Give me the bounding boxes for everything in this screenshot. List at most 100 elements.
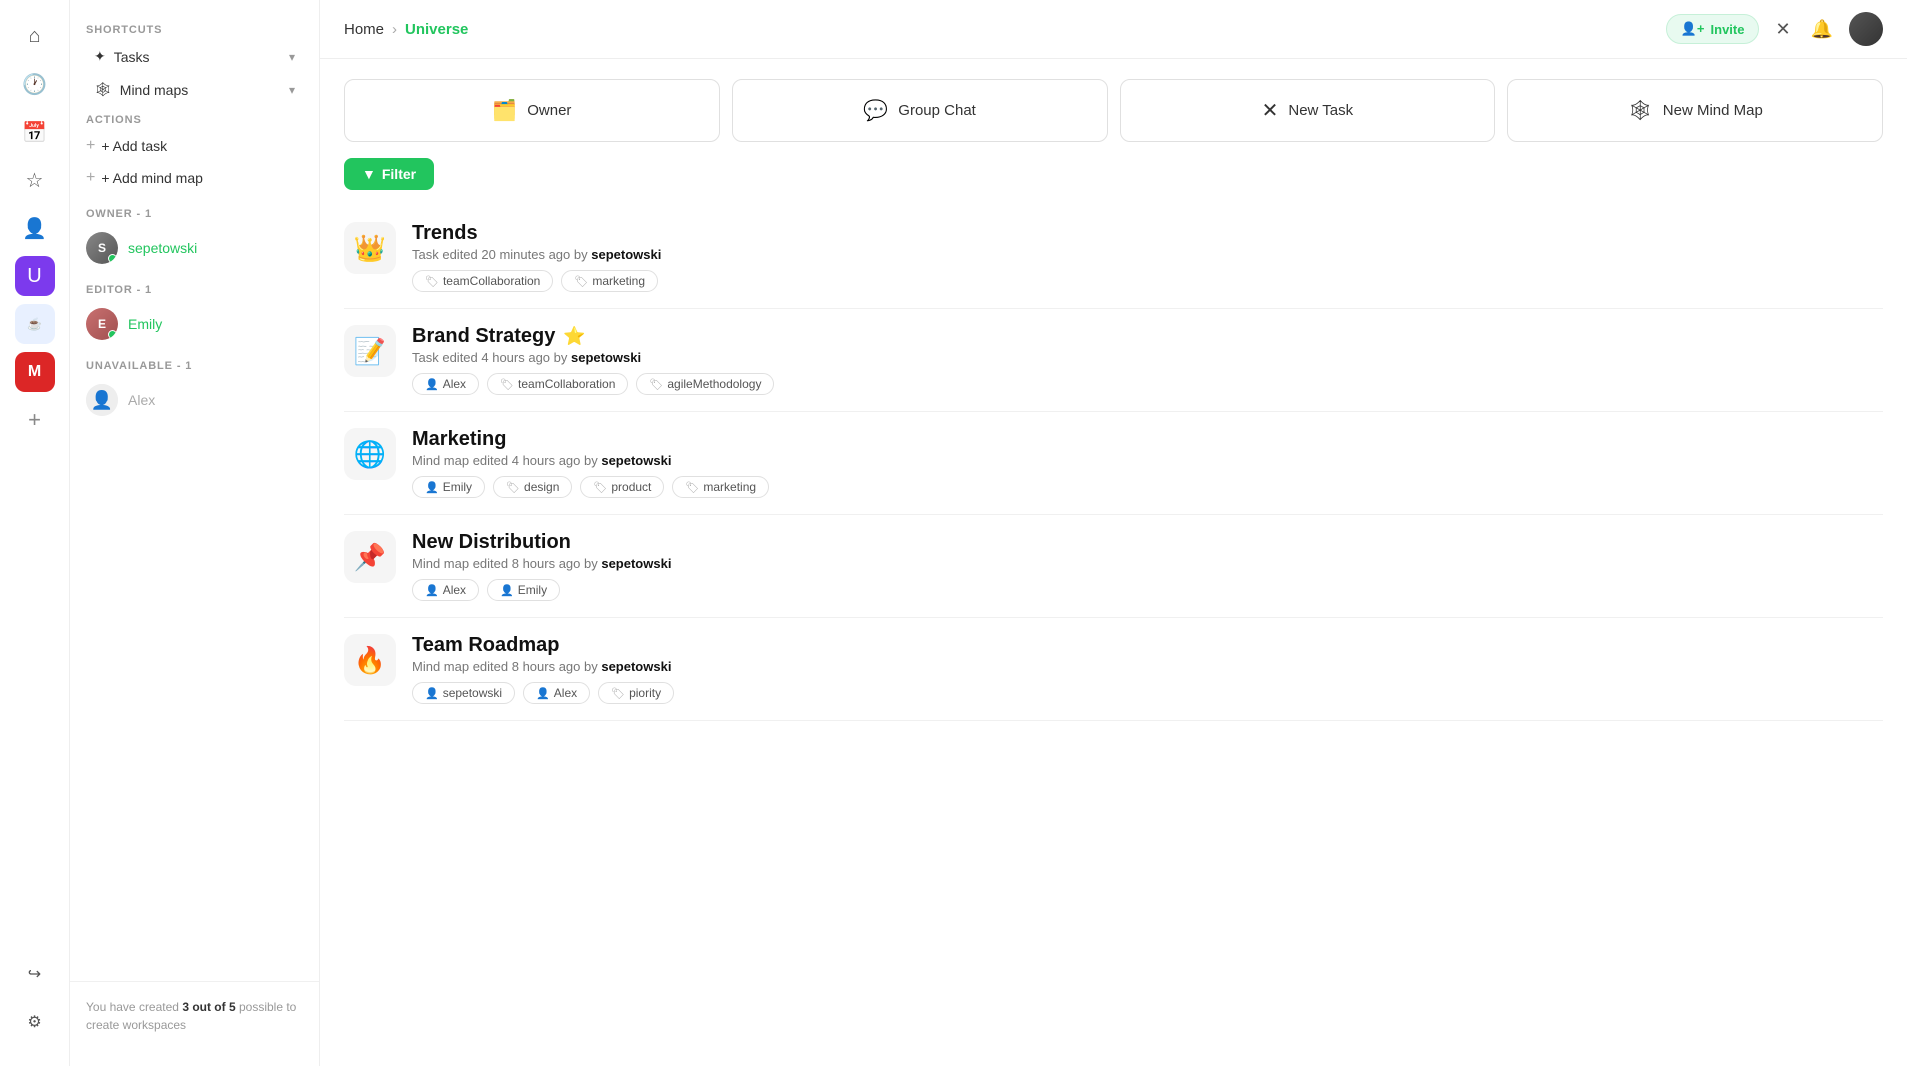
tag[interactable]: 👤 sepetowski: [412, 682, 515, 704]
breadcrumb-current: Universe: [405, 21, 468, 38]
logout-icon[interactable]: ↪: [15, 954, 55, 994]
list-item[interactable]: 👑 Trends Task edited 20 minutes ago by s…: [344, 206, 1883, 309]
new-mind-map-button[interactable]: 🕸 New Mind Map: [1507, 79, 1883, 142]
list-item-title: Marketing: [412, 428, 1883, 451]
list-item-title: Team Roadmap: [412, 634, 1883, 657]
tag[interactable]: 🏷 marketing: [672, 476, 769, 498]
tags-container: 🏷 teamCollaboration 🏷 marketing: [412, 270, 1883, 292]
tag[interactable]: 🏷 design: [493, 476, 572, 498]
new-mindmap-icon: 🕸: [1627, 98, 1652, 123]
tag-label: agileMethodology: [667, 377, 761, 391]
person-icon[interactable]: 👤: [15, 208, 55, 248]
list-item[interactable]: 🔥 Team Roadmap Mind map edited 8 hours a…: [344, 618, 1883, 721]
add-mindmap-action[interactable]: + + Add mind map: [70, 162, 319, 194]
tag[interactable]: 👤 Alex: [412, 579, 479, 601]
topbar: Home › Universe 👤+ Invite ✕ 🔔: [320, 0, 1907, 59]
tag-label: product: [611, 480, 651, 494]
owner-button[interactable]: 🗂️ Owner: [344, 79, 720, 142]
breadcrumb-home[interactable]: Home: [344, 21, 384, 38]
user-avatar[interactable]: [1849, 12, 1883, 46]
list-item-icon: 📌: [344, 531, 396, 583]
m-workspace[interactable]: M: [15, 352, 55, 392]
tag[interactable]: 🏷 agileMethodology: [636, 373, 774, 395]
star-icon[interactable]: ☆: [15, 160, 55, 200]
home-icon[interactable]: ⌂: [15, 16, 55, 56]
mindmaps-icon: 🕸: [94, 81, 112, 98]
tools-icon[interactable]: ✕: [1771, 15, 1794, 44]
tag-label: Alex: [443, 377, 466, 391]
group-chat-button[interactable]: 💬 Group Chat: [732, 79, 1108, 142]
tag-label: teamCollaboration: [518, 377, 615, 391]
tag-icon: 🏷: [425, 275, 439, 288]
list-item[interactable]: 📌 New Distribution Mind map edited 8 hou…: [344, 515, 1883, 618]
list-item[interactable]: 📝 Brand Strategy ⭐ Task edited 4 hours a…: [344, 309, 1883, 412]
java-workspace[interactable]: ☕: [15, 304, 55, 344]
invite-button[interactable]: 👤+ Invite: [1666, 14, 1760, 44]
calendar-icon[interactable]: 📅: [15, 112, 55, 152]
main-content: Home › Universe 👤+ Invite ✕ 🔔 🗂️ Owner 💬…: [320, 0, 1907, 1066]
tag-icon: 🏷: [685, 481, 699, 494]
unavailable-username: Alex: [128, 392, 155, 408]
tag-icon: 👤: [425, 378, 439, 391]
tag-icon: 👤: [425, 481, 439, 494]
breadcrumb: Home › Universe: [344, 21, 468, 38]
list-item-icon: 🔥: [344, 634, 396, 686]
sidebar-item-tasks[interactable]: ✦ Tasks ▾: [78, 40, 311, 73]
avatar: S: [86, 232, 118, 264]
footer-count: 3 out of 5: [182, 1000, 235, 1014]
tags-container: 👤 Alex 👤 Emily: [412, 579, 1883, 601]
footer-text: You have created: [86, 1000, 182, 1014]
add-mindmap-icon: +: [86, 169, 95, 187]
group-chat-label: Group Chat: [898, 102, 976, 119]
editor-section-title: EDITOR - 1: [70, 270, 319, 302]
list-item-body: Trends Task edited 20 minutes ago by sep…: [412, 222, 1883, 292]
list-item-title: New Distribution: [412, 531, 1883, 554]
tag[interactable]: 🏷 product: [580, 476, 664, 498]
notification-icon[interactable]: 🔔: [1807, 15, 1837, 44]
topbar-actions: 👤+ Invite ✕ 🔔: [1666, 12, 1883, 46]
tag-icon: 👤: [425, 687, 439, 700]
settings-icon[interactable]: ⚙: [15, 1002, 55, 1042]
tag[interactable]: 👤 Alex: [523, 682, 590, 704]
tag[interactable]: 🏷 teamCollaboration: [487, 373, 628, 395]
list-item-icon: 👑: [344, 222, 396, 274]
tag[interactable]: 🏷 piority: [598, 682, 674, 704]
breadcrumb-separator: ›: [392, 21, 397, 38]
editor-user: E Emily: [70, 302, 319, 346]
tag[interactable]: 🏷 teamCollaboration: [412, 270, 553, 292]
add-task-icon: +: [86, 137, 95, 155]
tag-label: teamCollaboration: [443, 274, 540, 288]
tag-label: marketing: [703, 480, 756, 494]
chevron-down-icon: ▾: [289, 50, 295, 64]
tag[interactable]: 👤 Emily: [487, 579, 560, 601]
tag-label: marketing: [592, 274, 645, 288]
tag[interactable]: 🏷 marketing: [561, 270, 658, 292]
add-task-label: + Add task: [101, 138, 167, 154]
sidebar: SHORTCUTS ✦ Tasks ▾ 🕸 Mind maps ▾ ACTION…: [70, 0, 320, 1066]
tag-label: design: [524, 480, 559, 494]
tasks-icon: ✦: [94, 48, 106, 65]
add-workspace[interactable]: +: [15, 400, 55, 440]
filter-icon: ▼: [362, 166, 376, 182]
tag-icon: 🏷: [506, 481, 520, 494]
u-workspace[interactable]: U: [15, 256, 55, 296]
filter-button[interactable]: ▼ Filter: [344, 158, 434, 190]
list-item[interactable]: 🌐 Marketing Mind map edited 4 hours ago …: [344, 412, 1883, 515]
tag[interactable]: 👤 Alex: [412, 373, 479, 395]
add-task-action[interactable]: + + Add task: [70, 130, 319, 162]
tag[interactable]: 👤 Emily: [412, 476, 485, 498]
list-item-title: Trends: [412, 222, 1883, 245]
list-item-meta: Task edited 20 minutes ago by sepetowski: [412, 247, 1883, 262]
avatar: E: [86, 308, 118, 340]
tag-label: Emily: [443, 480, 472, 494]
list-item-body: Marketing Mind map edited 4 hours ago by…: [412, 428, 1883, 498]
clock-icon[interactable]: 🕐: [15, 64, 55, 104]
invite-label: Invite: [1711, 22, 1745, 37]
new-task-button[interactable]: ✕ New Task: [1120, 79, 1496, 142]
sidebar-item-mindmaps[interactable]: 🕸 Mind maps ▾: [78, 73, 311, 106]
tag-label: Alex: [443, 583, 466, 597]
unavailable-user: 👤 Alex: [70, 378, 319, 422]
content-list: 👑 Trends Task edited 20 minutes ago by s…: [320, 206, 1907, 1066]
sidebar-footer: You have created 3 out of 5 possible to …: [70, 981, 319, 1050]
tag-icon: 👤: [536, 687, 550, 700]
